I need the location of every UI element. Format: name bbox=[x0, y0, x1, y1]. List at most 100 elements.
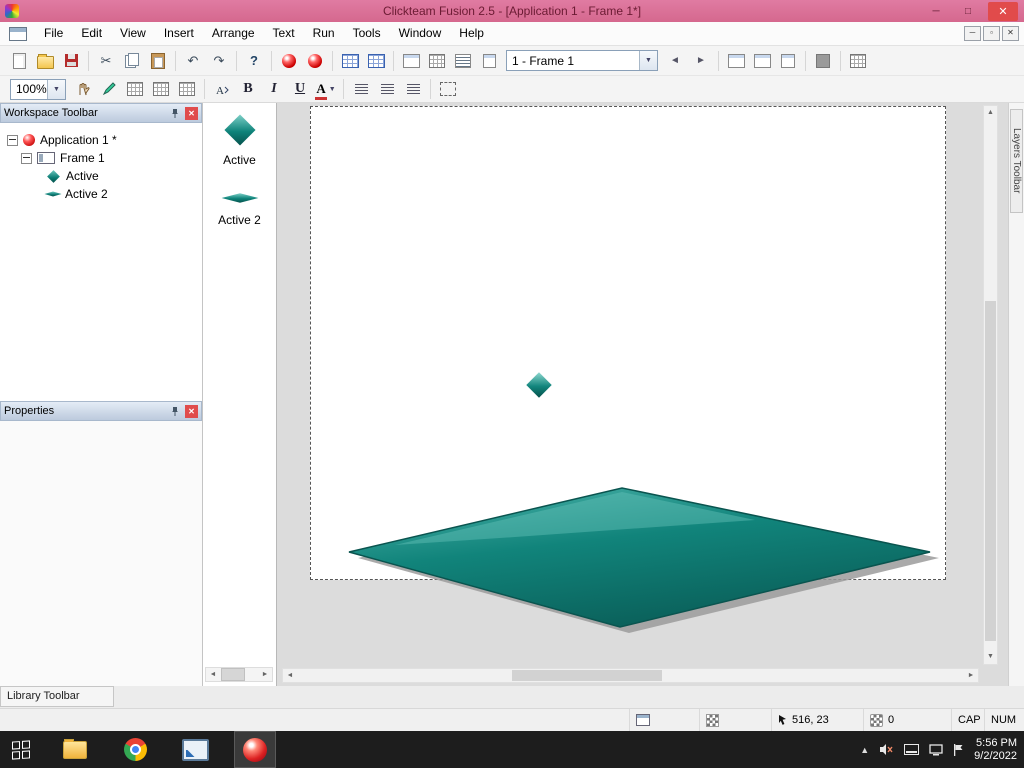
fit-window-button[interactable] bbox=[436, 77, 460, 101]
bold-button[interactable]: B bbox=[236, 77, 260, 101]
show-grid-button[interactable] bbox=[123, 77, 147, 101]
copy-button[interactable] bbox=[120, 49, 144, 73]
menu-edit[interactable]: Edit bbox=[72, 22, 111, 45]
frame-editor-button[interactable] bbox=[399, 49, 423, 73]
tree-item-active2[interactable]: Active 2 bbox=[0, 185, 202, 203]
scroll-up-icon[interactable]: ▲ bbox=[984, 106, 997, 120]
event-editor-button[interactable] bbox=[364, 49, 388, 73]
run-frame-window-button[interactable] bbox=[750, 49, 774, 73]
menu-help[interactable]: Help bbox=[450, 22, 493, 45]
objects-horizontal-scrollbar[interactable]: ◄ ► bbox=[205, 667, 273, 682]
paste-button[interactable] bbox=[146, 49, 170, 73]
scrollbar-track[interactable] bbox=[297, 669, 964, 682]
scroll-right-icon[interactable]: ► bbox=[964, 672, 978, 679]
menu-file[interactable]: File bbox=[35, 22, 72, 45]
redo-button[interactable]: ↷ bbox=[207, 49, 231, 73]
pin-button[interactable] bbox=[168, 405, 182, 418]
run-application-button[interactable] bbox=[277, 49, 301, 73]
snap-to-grid-button[interactable] bbox=[149, 77, 173, 101]
start-button[interactable] bbox=[0, 731, 42, 768]
hand-tool-button[interactable] bbox=[71, 77, 95, 101]
editor-horizontal-scrollbar[interactable]: ◄ ► bbox=[282, 668, 979, 683]
chevron-down-icon[interactable]: ▼ bbox=[47, 79, 65, 99]
event-grid-button[interactable] bbox=[425, 49, 449, 73]
object-item-active[interactable]: Active bbox=[203, 103, 276, 167]
object-item-active2[interactable]: Active 2 bbox=[203, 167, 276, 227]
network-tray-button[interactable] bbox=[929, 743, 943, 756]
collapse-icon[interactable] bbox=[7, 134, 18, 146]
collapse-icon[interactable] bbox=[21, 152, 32, 164]
mdi-close-button[interactable]: ✕ bbox=[1002, 26, 1019, 41]
minimize-button[interactable]: ─ bbox=[924, 2, 948, 20]
italic-button[interactable]: I bbox=[262, 77, 286, 101]
align-right-button[interactable] bbox=[401, 77, 425, 101]
taskbar-clock[interactable]: 5:56 PM 9/2/2022 bbox=[974, 737, 1017, 763]
help-button[interactable]: ? bbox=[242, 49, 266, 73]
align-left-button[interactable] bbox=[349, 77, 373, 101]
chevron-down-icon[interactable]: ▼ bbox=[329, 86, 336, 93]
menu-window[interactable]: Window bbox=[390, 22, 451, 45]
scroll-right-icon[interactable]: ► bbox=[258, 671, 272, 678]
align-center-button[interactable] bbox=[375, 77, 399, 101]
picture-editor-button[interactable] bbox=[477, 49, 501, 73]
step-through-button[interactable] bbox=[846, 49, 870, 73]
fusion-taskbar-button[interactable] bbox=[234, 731, 276, 768]
library-toolbar-tab[interactable]: Library Toolbar bbox=[0, 686, 114, 707]
pin-button[interactable] bbox=[168, 107, 182, 120]
scrollbar-thumb[interactable] bbox=[221, 668, 245, 681]
next-frame-button[interactable]: ► bbox=[689, 49, 713, 73]
menu-text[interactable]: Text bbox=[264, 22, 304, 45]
storyboard-editor-button[interactable] bbox=[338, 49, 362, 73]
underline-button[interactable]: U bbox=[288, 77, 312, 101]
run-frame-button[interactable] bbox=[303, 49, 327, 73]
tree-item-frame[interactable]: Frame 1 bbox=[0, 149, 202, 167]
menu-arrange[interactable]: Arrange bbox=[203, 22, 264, 45]
tree-item-active[interactable]: Active bbox=[0, 167, 202, 185]
zoom-tool-button[interactable] bbox=[97, 77, 121, 101]
menu-tools[interactable]: Tools bbox=[344, 22, 390, 45]
zoom-select[interactable]: 100% ▼ bbox=[10, 78, 66, 100]
scroll-down-icon[interactable]: ▼ bbox=[984, 650, 997, 664]
chrome-button[interactable] bbox=[114, 731, 156, 768]
menu-view[interactable]: View bbox=[111, 22, 155, 45]
mdi-minimize-button[interactable]: ─ bbox=[964, 26, 981, 41]
workspace-close-button[interactable]: ✕ bbox=[185, 106, 198, 120]
pause-button[interactable] bbox=[776, 49, 800, 73]
frame-selector[interactable]: 1 - Frame 1 ▼ bbox=[506, 50, 658, 71]
text-color-button[interactable]: A ▼ bbox=[314, 77, 338, 101]
maximize-button[interactable]: □ bbox=[956, 2, 980, 20]
undo-button[interactable]: ↶ bbox=[181, 49, 205, 73]
stop-button[interactable] bbox=[811, 49, 835, 73]
app-monitor-button[interactable] bbox=[174, 731, 216, 768]
save-button[interactable] bbox=[59, 49, 83, 73]
run-application-window-button[interactable] bbox=[724, 49, 748, 73]
frame-editor[interactable]: ▲ ▼ ◄ ► bbox=[277, 103, 1008, 686]
open-button[interactable] bbox=[33, 49, 57, 73]
mdi-restore-button[interactable]: ▫ bbox=[983, 26, 1000, 41]
editor-vertical-scrollbar[interactable]: ▲ ▼ bbox=[983, 105, 998, 665]
close-button[interactable]: ✕ bbox=[988, 1, 1018, 21]
file-explorer-button[interactable] bbox=[54, 731, 96, 768]
cut-button[interactable]: ✂ bbox=[94, 49, 118, 73]
menu-run[interactable]: Run bbox=[304, 22, 344, 45]
active2-object[interactable] bbox=[335, 475, 947, 637]
scroll-left-icon[interactable]: ◄ bbox=[206, 671, 220, 678]
scrollbar-thumb[interactable] bbox=[512, 670, 662, 681]
scrollbar-thumb[interactable] bbox=[985, 301, 996, 641]
volume-muted-button[interactable] bbox=[879, 743, 894, 756]
previous-frame-button[interactable]: ◄ bbox=[663, 49, 687, 73]
tree-item-application[interactable]: Application 1 * bbox=[0, 131, 202, 149]
grid-settings-button[interactable] bbox=[175, 77, 199, 101]
properties-close-button[interactable]: ✕ bbox=[185, 404, 198, 418]
mdi-system-icon[interactable] bbox=[9, 26, 27, 41]
scroll-left-icon[interactable]: ◄ bbox=[283, 672, 297, 679]
event-list-editor-button[interactable] bbox=[451, 49, 475, 73]
menu-insert[interactable]: Insert bbox=[155, 22, 203, 45]
layers-toolbar-tab[interactable]: Layers Toolbar bbox=[1010, 109, 1023, 213]
font-button[interactable]: A bbox=[210, 77, 234, 101]
new-button[interactable] bbox=[7, 49, 31, 73]
chevron-down-icon[interactable]: ▼ bbox=[639, 51, 657, 70]
hidden-icons-button[interactable]: ▲ bbox=[860, 745, 869, 755]
action-center-button[interactable] bbox=[953, 743, 964, 756]
keyboard-tray-button[interactable] bbox=[904, 744, 920, 755]
